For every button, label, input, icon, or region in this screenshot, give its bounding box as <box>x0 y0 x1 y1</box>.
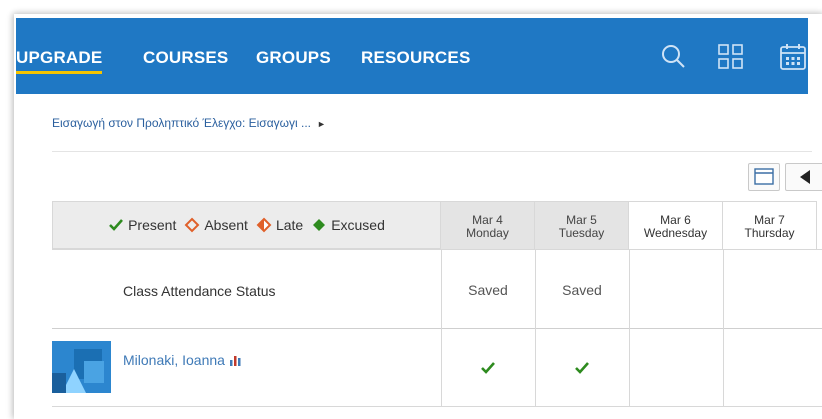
date-label: Mar 6 <box>660 213 691 227</box>
calendar-icon[interactable] <box>778 42 808 72</box>
attendance-cell-mar-6[interactable] <box>629 341 723 405</box>
legend-absent-label: Absent <box>204 217 248 233</box>
legend-late-label: Late <box>275 217 304 233</box>
breadcrumb[interactable]: Εισαγωγή στον Προληπτικό Έλεγχο: Εισαγωγ… <box>52 116 326 130</box>
row-divider <box>52 406 822 407</box>
checkmark-icon <box>109 219 124 231</box>
legend-excused: Excused <box>311 217 385 233</box>
legend-present: Present <box>108 217 176 233</box>
attendance-cell-mar-4[interactable] <box>441 361 535 378</box>
nav-upgrade[interactable]: UPGRADE <box>16 18 103 94</box>
legend-late: Late <box>256 217 303 233</box>
checkmark-icon <box>575 362 589 374</box>
prev-arrow-icon <box>800 170 810 184</box>
top-navigation: UPGRADE COURSES GROUPS RESOURCES <box>16 18 808 94</box>
date-header-mar-6[interactable]: Mar 6 Wednesday <box>629 201 723 249</box>
status-cell-mar-5: Saved <box>562 282 602 298</box>
column-divider <box>535 249 536 407</box>
row-divider <box>52 249 822 250</box>
date-header-mar-5[interactable]: Mar 5 Tuesday <box>535 201 629 249</box>
attendance-cell-mar-5[interactable] <box>535 361 629 378</box>
diamond-filled-icon <box>313 219 326 231</box>
row-divider <box>52 328 822 329</box>
day-label: Tuesday <box>558 226 605 240</box>
legend-present-label: Present <box>128 217 177 233</box>
student-name[interactable]: Milonaki, Ioanna <box>123 352 225 368</box>
student-avatar <box>52 341 111 393</box>
nav-courses[interactable]: COURSES <box>143 18 228 94</box>
date-header-mar-4[interactable]: Mar 4 Monday <box>441 201 535 249</box>
diamond-outline-icon <box>184 217 200 233</box>
breadcrumb-text[interactable]: Εισαγωγή στον Προληπτικό Έλεγχο: Εισαγωγ… <box>52 116 311 130</box>
attendance-legend: Present Absent Late Excused <box>52 201 441 249</box>
day-label: Thursday <box>744 226 795 240</box>
bar-chart-icon[interactable] <box>229 355 242 366</box>
calendar-view-icon <box>754 168 774 185</box>
diamond-half-icon <box>256 217 272 233</box>
date-label: Mar 7 <box>754 213 785 227</box>
date-header-mar-7[interactable]: Mar 7 Thursday <box>723 201 817 249</box>
class-attendance-status-label: Class Attendance Status <box>123 283 276 299</box>
previous-week-button[interactable] <box>785 163 822 191</box>
legend-excused-label: Excused <box>331 217 385 233</box>
day-label: Monday <box>466 226 509 240</box>
nav-resources[interactable]: RESOURCES <box>361 18 471 94</box>
column-divider <box>441 249 442 407</box>
attendance-table: Present Absent Late Excused Mar 4 Monday… <box>52 201 822 407</box>
apps-grid-icon[interactable] <box>716 42 746 72</box>
student-name-link[interactable]: Milonaki, Ioanna <box>123 352 242 368</box>
calendar-view-button[interactable] <box>748 163 780 191</box>
nav-groups[interactable]: GROUPS <box>256 18 331 94</box>
legend-absent: Absent <box>184 217 248 233</box>
search-icon[interactable] <box>659 42 689 72</box>
day-label: Wednesday <box>643 226 708 240</box>
attendance-cell-mar-7[interactable] <box>723 341 817 405</box>
date-label: Mar 4 <box>472 213 503 227</box>
date-label: Mar 5 <box>566 213 597 227</box>
status-cell-mar-4: Saved <box>468 282 508 298</box>
checkmark-icon <box>481 362 495 374</box>
breadcrumb-arrow-icon: ► <box>317 119 326 129</box>
divider <box>52 151 812 152</box>
